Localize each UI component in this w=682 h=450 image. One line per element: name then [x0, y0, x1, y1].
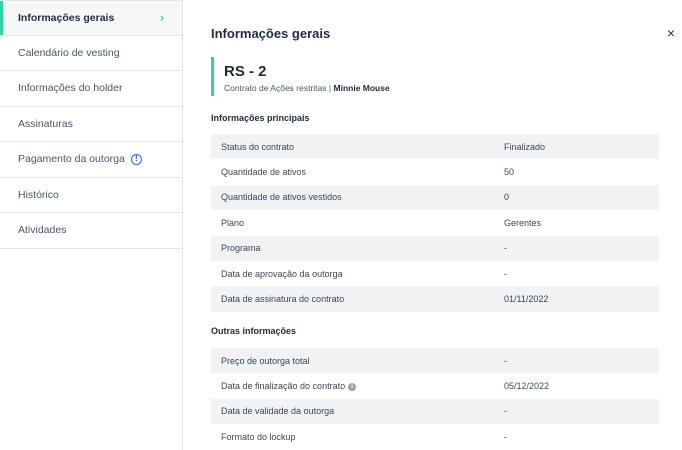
table-row: Programa - — [211, 235, 659, 261]
row-label: Status do contrato — [211, 134, 504, 160]
row-label: Data de validade da outorga — [211, 398, 504, 425]
row-label: Programa — [211, 235, 504, 261]
page-title: Informações gerais — [211, 26, 331, 41]
close-icon[interactable]: × — [667, 25, 675, 41]
table-row: Plano Gerentes — [211, 210, 659, 235]
sidebar-item-informacoes-do-holder[interactable]: Informações do holder — [0, 71, 182, 107]
table-row: Preço de outorga total - — [211, 348, 659, 374]
main-info-table: Status do contrato Finalizado Quantidade… — [211, 134, 659, 312]
other-info-table: Preço de outorga total - Data de finaliz… — [211, 348, 659, 450]
row-value: 50 — [504, 167, 515, 178]
row-label-cell: Data de finalização do contrato i — [211, 373, 504, 398]
sidebar-item-label: Atividades — [18, 224, 67, 237]
table-row: Status do contrato Finalizado — [211, 134, 659, 160]
row-value: Gerentes — [504, 217, 542, 228]
sidebar-item-label: Calendário de vesting — [18, 46, 120, 59]
sidebar-item-assinaturas[interactable]: Assinaturas — [0, 107, 182, 142]
table-row: Data de validade da outorga - — [211, 398, 659, 425]
row-label: Data de aprovação da outorga — [221, 268, 343, 279]
chevron-right-icon: › — [160, 10, 164, 25]
row-value: 0 — [504, 184, 659, 211]
info-icon[interactable]: i — [348, 382, 357, 391]
section-title-main: Informações principais — [211, 113, 310, 123]
table-row: Quantidade de ativos vestidos 0 — [211, 184, 659, 211]
row-label: Data de assinatura do contrato — [211, 286, 504, 312]
table-row: Data de aprovação da outorga - — [211, 261, 659, 286]
table-row: Quantidade de ativos 50 — [211, 159, 659, 184]
contract-separator: | — [328, 83, 332, 93]
row-value: - — [504, 268, 507, 279]
sidebar-item-label: Informações do holder — [18, 82, 123, 95]
row-value: - — [504, 431, 507, 442]
sidebar-item-label: Informações gerais — [18, 11, 115, 24]
sidebar-item-historico[interactable]: Histórico — [0, 178, 182, 213]
main-panel: × Informações gerais RS - 2 Contrato de … — [183, 0, 682, 450]
table-row: Formato do lockup - — [211, 424, 659, 449]
sidebar-item-label: Histórico — [18, 188, 59, 201]
row-value: 05/12/2022 — [504, 381, 550, 392]
sidebar-item-pagamento-da-outorga[interactable]: Pagamento da outorga ! — [0, 142, 182, 178]
row-label: Plano — [221, 217, 245, 228]
row-label: Data de finalização do contrato — [221, 381, 346, 392]
sidebar-item-informacoes-gerais[interactable]: Informações gerais › — [0, 0, 182, 36]
alert-icon: ! — [130, 153, 142, 165]
row-value: - — [504, 398, 659, 425]
table-row: Data de finalização do contrato i 05/12/2… — [211, 373, 659, 398]
contract-type: Contrato de Ações restritas — [224, 83, 327, 93]
row-value: 01/11/2022 — [504, 286, 659, 312]
section-title-other: Outras informações — [211, 326, 297, 336]
row-label: Formato do lockup — [221, 431, 296, 442]
contract-subtitle: Contrato de Ações restritas | Minnie Mou… — [224, 83, 390, 93]
sidebar-item-label: Pagamento da outorga — [18, 153, 125, 166]
table-row: Data de assinatura do contrato 01/11/202… — [211, 286, 659, 312]
sidebar-item-calendario-de-vesting[interactable]: Calendário de vesting — [0, 36, 182, 71]
sidebar-item-atividades[interactable]: Atividades — [0, 213, 182, 249]
row-label: Preço de outorga total — [211, 348, 504, 374]
row-value: Finalizado — [504, 134, 659, 160]
contract-holder: Minnie Mouse — [333, 83, 390, 93]
row-value: - — [504, 348, 659, 374]
row-label: Quantidade de ativos vestidos — [211, 184, 504, 211]
contract-header: RS - 2 Contrato de Ações restritas | Min… — [211, 57, 390, 96]
row-value: - — [504, 235, 659, 261]
contract-id: RS - 2 — [224, 63, 267, 80]
sidebar: Informações gerais › Calendário de vesti… — [0, 0, 183, 450]
row-label: Quantidade de ativos — [221, 167, 307, 178]
sidebar-item-label: Assinaturas — [18, 117, 73, 130]
